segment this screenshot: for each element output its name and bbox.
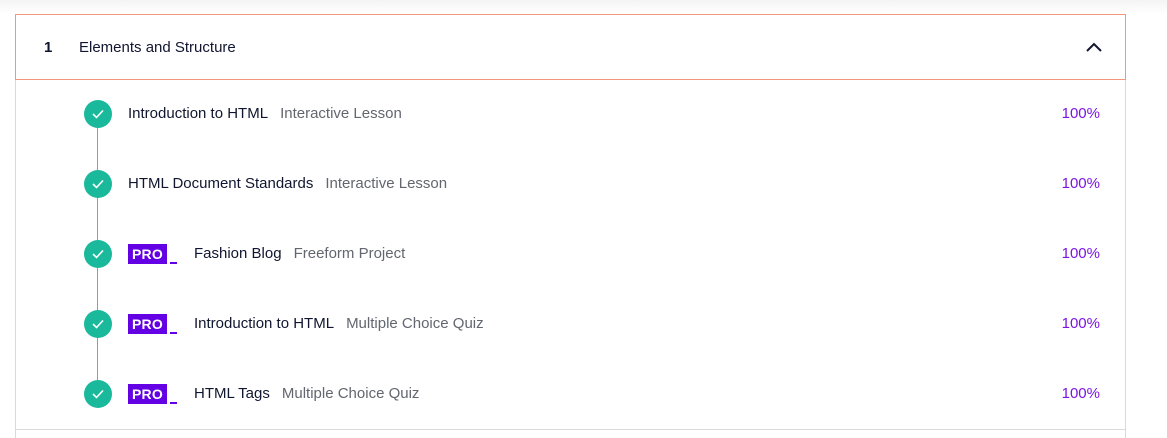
lesson-percent: 100% — [1061, 245, 1100, 262]
check-circle-icon — [84, 240, 112, 268]
check-circle-icon — [84, 310, 112, 338]
lesson-label: Fashion Blog Freeform Project — [194, 245, 405, 263]
lesson-type: Freeform Project — [293, 245, 406, 262]
lesson-type: Interactive Lesson — [280, 105, 402, 122]
check-circle-icon — [84, 380, 112, 408]
quiz-item[interactable]: PRO HTML Tags Multiple Choice Quiz 100% — [16, 374, 1124, 414]
lesson-type: Interactive Lesson — [325, 175, 448, 192]
divider — [16, 429, 1125, 430]
check-circle-icon — [84, 170, 112, 198]
lesson-title: Introduction to HTML — [128, 105, 269, 122]
lesson-label: Introduction to HTML Multiple Choice Quiz — [194, 315, 484, 333]
chevron-up-icon[interactable] — [1085, 39, 1103, 57]
quiz-item[interactable]: PRO Introduction to HTML Multiple Choice … — [16, 304, 1124, 344]
lesson-percent: 100% — [1061, 385, 1100, 402]
lesson-title: HTML Tags — [194, 385, 270, 402]
lesson-percent: 100% — [1061, 315, 1100, 332]
module-number: 1 — [44, 38, 53, 56]
pro-badge: PRO — [128, 314, 177, 334]
lesson-title: Introduction to HTML — [194, 315, 335, 332]
lesson-item[interactable]: HTML Document Standards Interactive Lesso… — [16, 164, 1124, 204]
lesson-title: Fashion Blog — [194, 245, 282, 262]
pro-cursor — [169, 332, 177, 334]
course-syllabus-page: 1 Elements and Structure Introduction to… — [0, 0, 1167, 438]
lesson-percent: 100% — [1061, 175, 1100, 192]
pro-cursor — [169, 262, 177, 264]
lesson-item[interactable]: Introduction to HTML Interactive Lesson 1… — [16, 94, 1124, 134]
lesson-label: Introduction to HTML Interactive Lesson — [128, 105, 402, 123]
pro-label: PRO — [128, 384, 167, 404]
lesson-percent: 100% — [1061, 105, 1100, 122]
lesson-type: Multiple Choice Quiz — [346, 315, 484, 332]
lesson-type: Multiple Choice Quiz — [281, 385, 420, 402]
top-shadow — [0, 0, 1167, 14]
module-header[interactable]: 1 Elements and Structure — [15, 14, 1126, 80]
pro-label: PRO — [128, 314, 167, 334]
pro-cursor — [169, 402, 177, 404]
lesson-title: HTML Document Standards — [128, 175, 314, 192]
module-title: Elements and Structure — [79, 38, 236, 56]
project-item[interactable]: PRO Fashion Blog Freeform Project 100% — [16, 234, 1124, 274]
pro-label: PRO — [128, 244, 167, 264]
pro-badge: PRO — [128, 244, 177, 264]
check-circle-icon — [84, 100, 112, 128]
pro-badge: PRO — [128, 384, 177, 404]
lesson-label: HTML Document Standards Interactive Lesso… — [128, 175, 447, 193]
lesson-label: HTML Tags Multiple Choice Quiz — [194, 385, 419, 403]
